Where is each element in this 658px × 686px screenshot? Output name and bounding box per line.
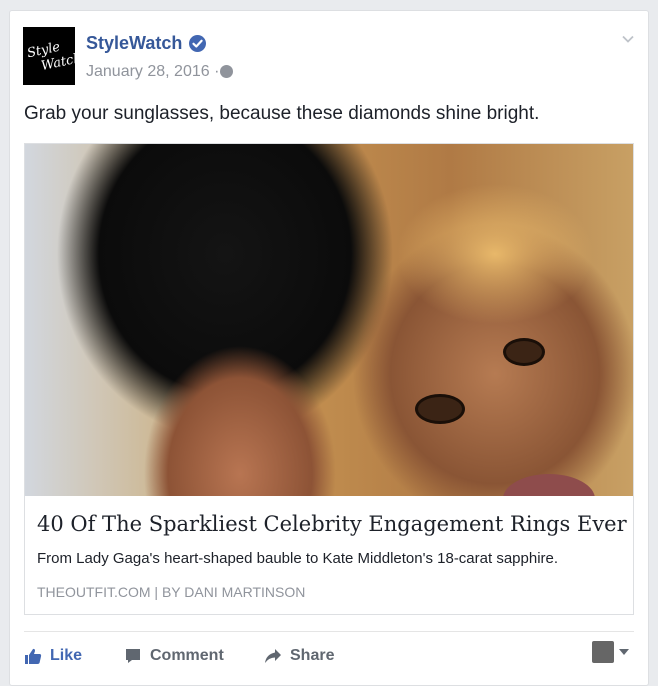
- link-preview-image[interactable]: [25, 144, 633, 496]
- post-message: Grab your sunglasses, because these diam…: [24, 103, 540, 124]
- photo-eye: [503, 338, 545, 366]
- photo-eye: [415, 394, 465, 424]
- like-button[interactable]: Like: [24, 644, 82, 668]
- globe-icon: [220, 65, 233, 78]
- caret-down-icon[interactable]: [619, 649, 629, 655]
- link-description: From Lady Gaga's heart-shaped bauble to …: [37, 550, 559, 567]
- share-label: Share: [290, 647, 335, 664]
- comment-label: Comment: [150, 647, 224, 664]
- link-title[interactable]: 40 Of The Sparkliest Celebrity Engagemen…: [37, 512, 627, 536]
- thumbs-up-icon: [25, 648, 42, 664]
- audience-avatar[interactable]: [592, 641, 614, 663]
- post-timestamp[interactable]: January 28, 2016 ·: [86, 63, 219, 81]
- comment-icon: [126, 649, 140, 663]
- photo-lips: [503, 474, 595, 496]
- page-name-link[interactable]: StyleWatch: [86, 33, 182, 54]
- verified-badge-icon: [189, 35, 206, 52]
- like-label: Like: [50, 647, 83, 664]
- share-button[interactable]: Share: [264, 644, 334, 668]
- link-source: THEOUTFIT.COM | BY DANI MARTINSON: [37, 584, 306, 600]
- share-arrow-icon: [265, 649, 281, 663]
- comment-button[interactable]: Comment: [124, 644, 224, 668]
- post-card: Style Watch StyleWatch January 28, 2016 …: [9, 10, 649, 686]
- link-preview[interactable]: 40 Of The Sparkliest Celebrity Engagemen…: [24, 143, 634, 615]
- divider: [24, 631, 634, 632]
- chevron-down-icon[interactable]: [622, 33, 634, 45]
- page-avatar[interactable]: Style Watch: [23, 27, 75, 85]
